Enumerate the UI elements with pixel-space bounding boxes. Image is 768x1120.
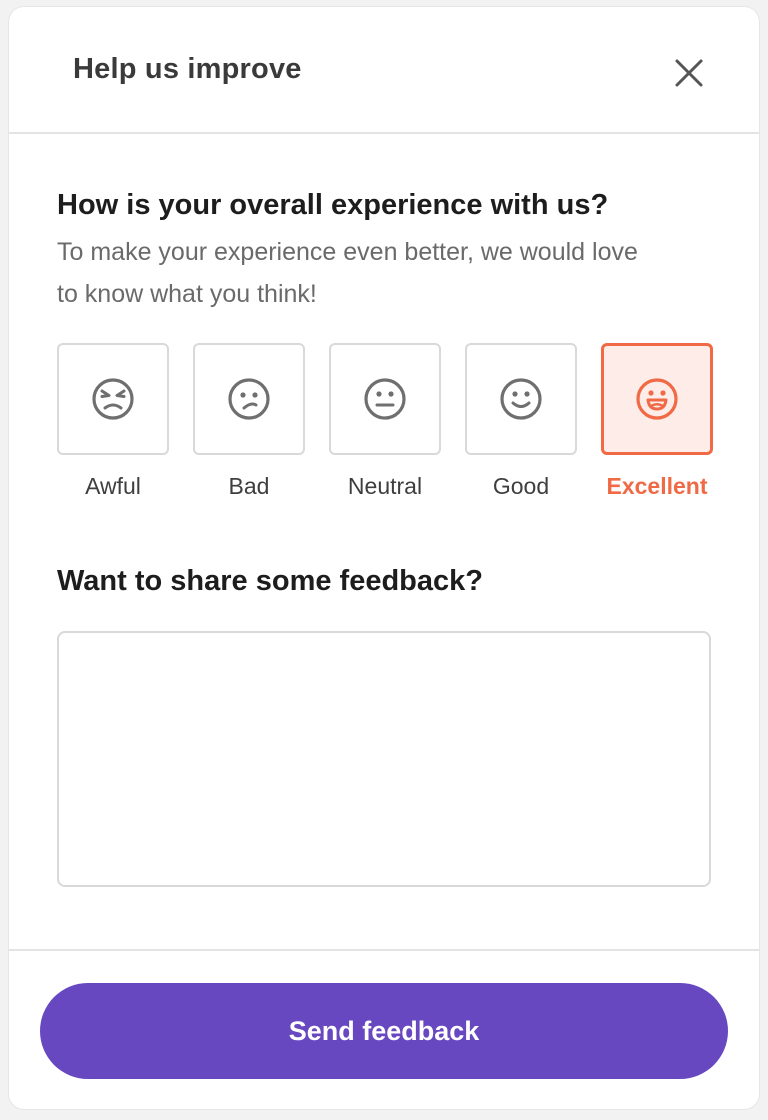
rating-option-excellent[interactable]: Excellent — [601, 343, 713, 500]
feedback-dialog: Help us improve How is your overall expe… — [8, 6, 760, 1110]
dialog-header: Help us improve — [9, 7, 759, 134]
feedback-textarea[interactable] — [57, 631, 711, 887]
neutral-face-icon — [364, 378, 406, 420]
rating-label: Neutral — [347, 473, 423, 499]
rating-box — [601, 343, 713, 455]
rating-box — [465, 343, 577, 455]
rating-label: Excellent — [606, 473, 708, 499]
rating-options: Awful Bad Neutral Good Excellent — [57, 343, 717, 513]
rating-label: Good — [492, 473, 550, 499]
rating-option-awful[interactable]: Awful — [57, 343, 169, 500]
angry-face-icon — [92, 378, 134, 420]
confused-face-icon — [228, 378, 270, 420]
close-icon — [675, 59, 703, 87]
dialog-title: Help us improve — [73, 53, 302, 85]
close-button[interactable] — [669, 53, 709, 93]
rating-option-good[interactable]: Good — [465, 343, 577, 500]
dialog-footer: Send feedback — [9, 949, 759, 1109]
rating-box — [193, 343, 305, 455]
feedback-heading: Want to share some feedback? — [57, 565, 483, 597]
rating-option-neutral[interactable]: Neutral — [329, 343, 441, 500]
rating-label: Awful — [85, 473, 141, 499]
dialog-body: How is your overall experience with us? … — [57, 185, 717, 887]
survey-question: How is your overall experience with us? — [57, 189, 609, 221]
rating-box — [329, 343, 441, 455]
rating-box — [57, 343, 169, 455]
laughing-face-icon — [636, 378, 678, 420]
rating-label: Bad — [228, 473, 270, 499]
send-feedback-button[interactable]: Send feedback — [40, 983, 728, 1079]
survey-subtitle: To make your experience even better, we … — [57, 238, 638, 308]
smiling-face-icon — [500, 378, 542, 420]
rating-option-bad[interactable]: Bad — [193, 343, 305, 500]
